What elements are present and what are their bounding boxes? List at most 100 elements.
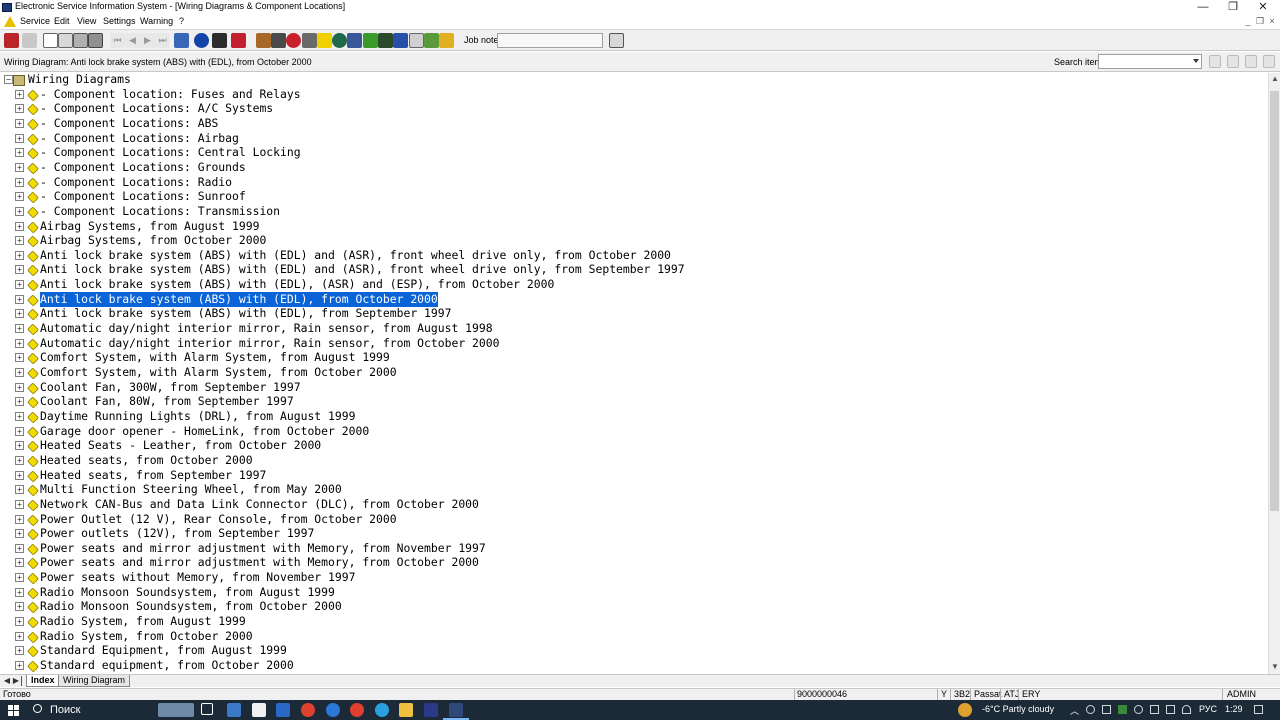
search-nav-icon-2[interactable] xyxy=(1227,55,1239,68)
exit-icon[interactable] xyxy=(4,33,19,48)
tab-index[interactable]: Index xyxy=(26,675,60,687)
tree-item[interactable]: - Component Locations: ABS xyxy=(0,116,1268,131)
tree-item[interactable]: - Component Locations: Airbag xyxy=(0,131,1268,146)
tree-item[interactable]: Power seats without Memory, from Novembe… xyxy=(0,570,1268,585)
expand-icon[interactable] xyxy=(15,280,24,289)
expand-icon[interactable] xyxy=(15,485,24,494)
question-tool-icon[interactable] xyxy=(439,33,454,48)
tab-last-icon[interactable] xyxy=(21,676,25,686)
tree-item[interactable]: - Component Locations: Radio xyxy=(0,175,1268,190)
mdi-minimize-button[interactable]: _ xyxy=(1243,16,1253,26)
print-icon[interactable] xyxy=(73,33,88,48)
weather-icon[interactable] xyxy=(958,703,972,717)
expand-icon[interactable] xyxy=(15,178,24,187)
expand-icon[interactable] xyxy=(15,471,24,480)
expand-icon[interactable] xyxy=(15,251,24,260)
clock[interactable]: 1:29 xyxy=(1225,704,1243,714)
expand-icon[interactable] xyxy=(15,456,24,465)
warning-toolbar-icon[interactable] xyxy=(317,33,332,48)
tree-item[interactable]: Power seats and mirror adjustment with M… xyxy=(0,541,1268,556)
expand-icon[interactable] xyxy=(15,163,24,172)
expand-icon[interactable] xyxy=(15,148,24,157)
expand-icon[interactable] xyxy=(15,646,24,655)
tree-item[interactable]: Heated seats, from October 2000 xyxy=(0,453,1268,468)
tab-wiring-diagram[interactable]: Wiring Diagram xyxy=(58,675,131,687)
tree-item[interactable]: Airbag Systems, from August 1999 xyxy=(0,219,1268,234)
expand-icon[interactable] xyxy=(15,295,24,304)
back-arrow-icon[interactable] xyxy=(174,33,189,48)
weather-text[interactable]: -6°C Partly cloudy xyxy=(982,704,1054,714)
app-mail-icon[interactable] xyxy=(276,703,290,717)
menu-view[interactable]: View xyxy=(77,16,96,26)
expand-icon[interactable] xyxy=(15,324,24,333)
battery-icon[interactable] xyxy=(1150,705,1159,714)
elsa-app-icon[interactable] xyxy=(449,703,463,717)
tree-item[interactable]: Power Outlet (12 V), Rear Console, from … xyxy=(0,512,1268,527)
expand-icon[interactable] xyxy=(15,265,24,274)
search-nav-icon-1[interactable] xyxy=(1209,55,1221,68)
component-icon[interactable] xyxy=(256,33,271,48)
globe-icon[interactable] xyxy=(332,33,347,48)
tab-first-icon[interactable]: ◀ xyxy=(3,676,11,686)
app-calculator-icon[interactable] xyxy=(227,703,241,717)
tree-item[interactable]: - Component Locations: A/C Systems xyxy=(0,101,1268,116)
database-icon[interactable] xyxy=(347,33,362,48)
expand-icon[interactable] xyxy=(15,500,24,509)
expand-icon[interactable] xyxy=(15,588,24,597)
mdi-restore-button[interactable]: ❐ xyxy=(1255,16,1265,26)
next-page-icon[interactable]: ▶ xyxy=(140,33,155,48)
wifi-icon[interactable] xyxy=(1182,705,1191,714)
tree-item[interactable]: Standard Equipment, from August 1999 xyxy=(0,643,1268,658)
chrome-profile-icon[interactable] xyxy=(350,703,364,717)
expand-icon[interactable] xyxy=(15,515,24,524)
expand-icon[interactable] xyxy=(15,90,24,99)
expand-icon[interactable] xyxy=(15,602,24,611)
tree-item[interactable]: Heated seats, from September 1997 xyxy=(0,468,1268,483)
menu-help[interactable]: ? xyxy=(179,16,184,26)
search-icon[interactable] xyxy=(33,704,42,713)
taskbar-search[interactable]: Поиск xyxy=(50,704,80,716)
search-item-input[interactable] xyxy=(1098,54,1202,69)
tray-icon-2[interactable] xyxy=(1102,705,1111,714)
chrome-icon[interactable] xyxy=(301,703,315,717)
tree-item[interactable]: Anti lock brake system (ABS) with (EDL),… xyxy=(0,292,1268,307)
leaf-icon[interactable] xyxy=(363,33,378,48)
expand-icon[interactable] xyxy=(15,368,24,377)
expand-icon[interactable] xyxy=(15,383,24,392)
tree-item[interactable]: Radio Monsoon Soundsystem, from August 1… xyxy=(0,585,1268,600)
tree-item[interactable]: Anti lock brake system (ABS) with (EDL),… xyxy=(0,277,1268,292)
tree-item[interactable]: Coolant Fan, 300W, from September 1997 xyxy=(0,380,1268,395)
expand-icon[interactable] xyxy=(15,558,24,567)
file-explorer-icon[interactable] xyxy=(399,703,413,717)
tree-item[interactable]: - Component Locations: Transmission xyxy=(0,204,1268,219)
tree-item[interactable]: Anti lock brake system (ABS) with (EDL) … xyxy=(0,262,1268,277)
document-tool-icon[interactable] xyxy=(409,33,424,48)
expand-icon[interactable] xyxy=(15,236,24,245)
expand-icon[interactable] xyxy=(15,617,24,626)
tree-item[interactable]: Power seats and mirror adjustment with M… xyxy=(0,555,1268,570)
expand-icon[interactable] xyxy=(15,104,24,113)
expand-icon[interactable] xyxy=(15,427,24,436)
expand-icon[interactable] xyxy=(15,339,24,348)
menu-service[interactable]: Service xyxy=(20,16,50,26)
scrollbar-thumb[interactable] xyxy=(1270,91,1279,511)
tree-item[interactable]: Automatic day/night interior mirror, Rai… xyxy=(0,321,1268,336)
chevron-down-icon[interactable] xyxy=(1193,59,1199,63)
windows-start-icon[interactable] xyxy=(8,705,19,716)
close-button[interactable]: ✕ xyxy=(1248,0,1278,15)
collapse-icon[interactable] xyxy=(4,75,13,84)
tree-item[interactable]: Garage door opener - HomeLink, from Octo… xyxy=(0,424,1268,439)
info-icon[interactable] xyxy=(194,33,209,48)
tray-icon-1[interactable] xyxy=(1086,705,1095,714)
expand-icon[interactable] xyxy=(15,222,24,231)
tree-item[interactable]: Anti lock brake system (ABS) with (EDL) … xyxy=(0,248,1268,263)
new-document-icon[interactable] xyxy=(43,33,58,48)
tree-item[interactable]: - Component Locations: Sunroof xyxy=(0,189,1268,204)
expand-icon[interactable] xyxy=(15,573,24,582)
tree-item[interactable]: Radio Monsoon Soundsystem, from October … xyxy=(0,599,1268,614)
expand-icon[interactable] xyxy=(15,441,24,450)
notification-icon[interactable] xyxy=(1254,705,1263,714)
tree-item[interactable]: Anti lock brake system (ABS) with (EDL),… xyxy=(0,306,1268,321)
tree-item[interactable]: Comfort System, with Alarm System, from … xyxy=(0,365,1268,380)
tray-icon-3[interactable] xyxy=(1118,705,1127,714)
